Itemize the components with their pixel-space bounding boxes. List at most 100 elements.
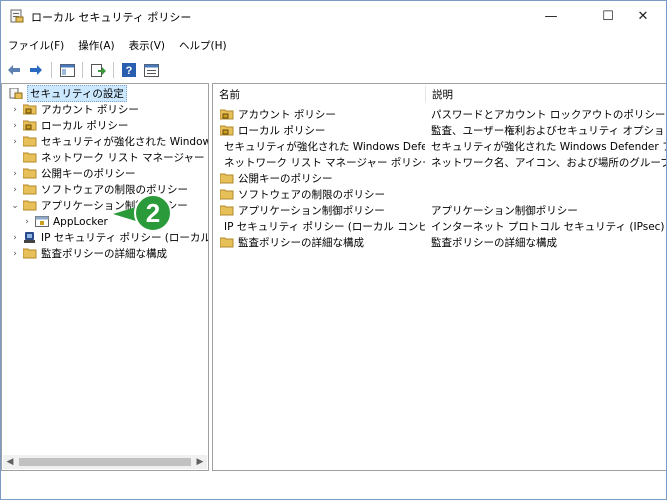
show-hide-tree-icon xyxy=(59,63,75,77)
forward-icon xyxy=(30,65,42,75)
list-row-name: アカウント ポリシー xyxy=(238,108,336,121)
folder-icon xyxy=(23,200,37,211)
tree-item-security-settings[interactable]: セキュリティの設定 xyxy=(6,85,127,102)
list-row-description: 監査ポリシーの詳細な構成 xyxy=(431,236,557,249)
menu-action[interactable]: 操作(A) xyxy=(71,36,121,56)
expand-chevron-icon[interactable]: › xyxy=(22,217,32,227)
tree-item-label: ネットワーク リスト マネージャー ポリシー xyxy=(41,152,208,164)
scroll-left-icon[interactable]: ◀ xyxy=(3,455,17,469)
toolbar: ? xyxy=(1,59,666,81)
expand-chevron-icon[interactable]: › xyxy=(10,137,20,147)
folder-icon xyxy=(220,205,234,215)
security-settings-icon xyxy=(9,88,23,99)
expand-chevron-icon[interactable]: › xyxy=(10,249,20,259)
toolbar-separator xyxy=(82,62,83,78)
column-header-name[interactable]: 名前 xyxy=(213,84,425,104)
list-row[interactable]: アプリケーション制御ポリシー アプリケーション制御ポリシー xyxy=(213,202,666,218)
folder-icon xyxy=(220,237,234,247)
tree-item-label: ローカル ポリシー xyxy=(41,120,129,132)
tree-item-ip-security[interactable]: › IP セキュリティ ポリシー (ローカル コンピューター) xyxy=(10,230,208,245)
tree-item-label: セキュリティが強化された Windows Defender xyxy=(41,136,208,148)
list-row[interactable]: アカウント ポリシー パスワードとアカウント ロックアウトのポリシー xyxy=(213,106,666,122)
list-pane[interactable]: 名前 説明 アカウント ポリシー パスワードとアカウント ロックアウトのポリシー… xyxy=(212,83,666,471)
tree-item-label: AppLocker xyxy=(53,215,108,228)
list-row-name: ネットワーク リスト マネージャー ポリシー xyxy=(224,156,425,169)
app-window: ローカル セキュリティ ポリシー — ☐ ✕ ファイル(F) 操作(A) 表示(… xyxy=(0,0,667,500)
toolbar-separator xyxy=(113,62,114,78)
list-row-description: 監査、ユーザー権利およびセキュリティ オプションのポリ... xyxy=(431,124,666,137)
tree-item-windows-defender[interactable]: › セキュリティが強化された Windows Defender xyxy=(10,134,208,149)
folder-icon xyxy=(23,168,37,179)
expand-chevron-icon[interactable]: › xyxy=(10,121,20,131)
list-row-name: ソフトウェアの制限のポリシー xyxy=(238,188,385,201)
ip-security-icon xyxy=(24,232,35,243)
maximize-icon: ☐ xyxy=(602,8,614,24)
minimize-icon: — xyxy=(544,8,558,24)
back-icon xyxy=(8,65,20,75)
list-row-description: パスワードとアカウント ロックアウトのポリシー xyxy=(431,108,666,121)
expand-chevron-icon[interactable]: › xyxy=(10,105,20,115)
folder-icon xyxy=(220,189,234,199)
list-row-description: アプリケーション制御ポリシー xyxy=(431,204,578,217)
title-bar[interactable]: ローカル セキュリティ ポリシー — ☐ ✕ xyxy=(1,1,666,31)
folder-icon xyxy=(23,248,37,259)
tree-item-label: アカウント ポリシー xyxy=(41,104,139,116)
list-row[interactable]: ネットワーク リスト マネージャー ポリシー ネットワーク名、アイコン、および場… xyxy=(213,154,666,170)
list-row-name: 監査ポリシーの詳細な構成 xyxy=(238,236,364,249)
list-row[interactable]: セキュリティが強化された Windows Defender... セキュリティが… xyxy=(213,138,666,154)
export-list-icon xyxy=(90,63,106,77)
properties-icon xyxy=(143,63,159,77)
tree-item-software-restriction[interactable]: › ソフトウェアの制限のポリシー xyxy=(10,182,188,197)
expand-chevron-icon[interactable]: › xyxy=(10,169,20,179)
list-row-description: ネットワーク名、アイコン、および場所のグループ ポリシ... xyxy=(431,156,666,169)
tree-item-label: 監査ポリシーの詳細な構成 xyxy=(41,248,167,260)
folder-lock-icon xyxy=(23,104,37,115)
tree-item-advanced-audit[interactable]: › 監査ポリシーの詳細な構成 xyxy=(10,246,167,261)
export-list-button[interactable] xyxy=(88,61,108,79)
list-row[interactable]: ソフトウェアの制限のポリシー xyxy=(213,186,666,202)
back-button[interactable] xyxy=(4,61,24,79)
tree-item-applocker[interactable]: › AppLocker xyxy=(22,214,108,229)
folder-lock-icon xyxy=(220,109,234,119)
toolbar-separator xyxy=(51,62,52,78)
list-row[interactable]: 公開キーのポリシー xyxy=(213,170,666,186)
list-row-name: アプリケーション制御ポリシー xyxy=(238,204,385,217)
expand-chevron-icon[interactable]: › xyxy=(10,233,20,243)
forward-button[interactable] xyxy=(26,61,46,79)
help-button[interactable]: ? xyxy=(119,61,139,79)
list-row[interactable]: ローカル ポリシー 監査、ユーザー権利およびセキュリティ オプションのポリ... xyxy=(213,122,666,138)
list-row[interactable]: 監査ポリシーの詳細な構成 監査ポリシーの詳細な構成 xyxy=(213,234,666,250)
tree-item-account-policy[interactable]: › アカウント ポリシー xyxy=(10,102,139,117)
step-callout-badge: 2 xyxy=(134,194,172,232)
show-hide-tree-button[interactable] xyxy=(57,61,77,79)
scrollbar-thumb[interactable] xyxy=(19,458,191,466)
folder-lock-icon xyxy=(220,125,234,135)
expand-chevron-icon[interactable]: › xyxy=(10,185,20,195)
column-header-description[interactable]: 説明 xyxy=(426,84,666,104)
list-row-name: 公開キーのポリシー xyxy=(238,172,333,185)
tree-pane[interactable]: セキュリティの設定 › アカウント ポリシー › ローカル ポリシー › セキュ… xyxy=(1,83,209,471)
collapse-chevron-icon[interactable]: ⌄ xyxy=(10,201,20,211)
tree-item-public-key[interactable]: › 公開キーのポリシー xyxy=(10,166,136,181)
menu-view[interactable]: 表示(V) xyxy=(122,36,172,56)
horizontal-scrollbar[interactable]: ◀ ▶ xyxy=(3,455,207,469)
close-icon: ✕ xyxy=(637,8,649,24)
tree-item-network-list-manager[interactable]: ネットワーク リスト マネージャー ポリシー xyxy=(10,150,208,165)
menu-bar: ファイル(F) 操作(A) 表示(V) ヘルプ(H) xyxy=(1,36,666,56)
tree-item-label: 公開キーのポリシー xyxy=(41,168,136,180)
scroll-right-icon[interactable]: ▶ xyxy=(193,455,207,469)
minimize-button[interactable]: — xyxy=(528,1,574,31)
svg-text:?: ? xyxy=(126,65,133,77)
menu-help[interactable]: ヘルプ(H) xyxy=(172,36,234,56)
close-button[interactable]: ✕ xyxy=(620,1,666,31)
menu-file[interactable]: ファイル(F) xyxy=(1,36,71,56)
tree-item-local-policy[interactable]: › ローカル ポリシー xyxy=(10,118,128,133)
help-icon: ? xyxy=(122,63,136,77)
list-row-description: インターネット プロトコル セキュリティ (IPsec) 管理。ほ... xyxy=(431,220,666,233)
folder-icon xyxy=(23,136,37,147)
properties-button[interactable] xyxy=(141,61,161,79)
list-row[interactable]: IP セキュリティ ポリシー (ローカル コンピューター) インターネット プロ… xyxy=(213,218,666,234)
folder-lock-icon xyxy=(23,120,37,131)
tree-item-label: セキュリティの設定 xyxy=(27,85,127,102)
folder-icon xyxy=(23,184,37,195)
